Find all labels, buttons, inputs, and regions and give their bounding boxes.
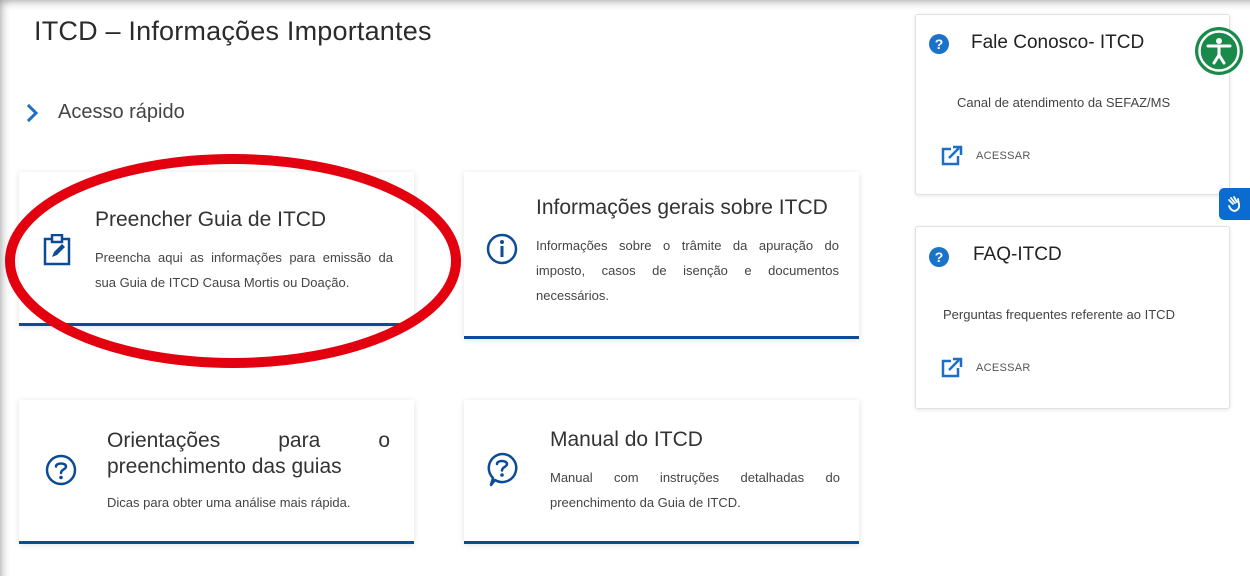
card-manual[interactable]: Manual do ITCD Manual com instruções det… — [464, 400, 859, 544]
edit-clipboard-icon — [43, 234, 71, 266]
card-description: Manual com instruções detalhadas do pree… — [550, 470, 840, 510]
card-orientacoes[interactable]: Orientações para o preenchimento das gui… — [19, 400, 414, 544]
access-label: ACESSAR — [976, 150, 1031, 162]
card-description: Preencha aqui as informações para emissã… — [95, 250, 393, 290]
sign-language-icon — [1227, 196, 1240, 212]
fale-conosco-access-link[interactable]: ACESSAR — [940, 145, 1031, 167]
sidebar-description: Perguntas frequentes referente ao ITCD — [943, 307, 1175, 322]
question-chat-icon — [487, 452, 518, 487]
card-title: Orientações para o preenchimento das gui… — [107, 429, 390, 478]
sidebar-title: FAQ-ITCD — [973, 244, 1062, 265]
help-badge-icon: ? — [929, 247, 949, 267]
card-title: Preencher Guia de ITCD — [95, 208, 327, 231]
card-informacoes-gerais[interactable]: Informações gerais sobre ITCD Informaçõe… — [464, 172, 859, 339]
external-link-icon — [941, 357, 963, 378]
card-title: Informações gerais sobre ITCD — [536, 196, 828, 219]
sidebar-faq: ? FAQ-ITCD Perguntas frequentes referent… — [915, 226, 1230, 409]
card-description: Informações sobre o trâmite da apuração … — [536, 238, 839, 303]
faq-access-link[interactable]: ACESSAR — [940, 357, 1031, 379]
sign-language-button[interactable] — [1219, 188, 1250, 220]
question-icon — [45, 454, 77, 486]
accessibility-icon[interactable] — [1194, 26, 1244, 76]
sidebar-fale-conosco: ? Fale Conosco- ITCD Canal de atendiment… — [915, 14, 1230, 195]
card-title: Manual do ITCD — [550, 428, 703, 451]
card-description: Dicas para obter uma análise mais rápida… — [107, 495, 351, 510]
quick-access-label: Acesso rápido — [58, 101, 185, 123]
info-icon — [486, 233, 518, 265]
sidebar-description: Canal de atendimento da SEFAZ/MS — [957, 95, 1171, 110]
quick-access-link[interactable]: Acesso rápido — [22, 101, 185, 124]
page-title: ITCD – Informações Importantes — [34, 16, 432, 46]
chevron-right-icon — [26, 103, 39, 122]
help-badge-icon: ? — [929, 34, 949, 54]
access-label: ACESSAR — [976, 362, 1031, 374]
card-preencher-guia[interactable]: Preencher Guia de ITCD Preencha aqui as … — [19, 172, 414, 326]
sidebar-title: Fale Conosco- ITCD — [971, 32, 1145, 53]
external-link-icon — [941, 145, 963, 166]
